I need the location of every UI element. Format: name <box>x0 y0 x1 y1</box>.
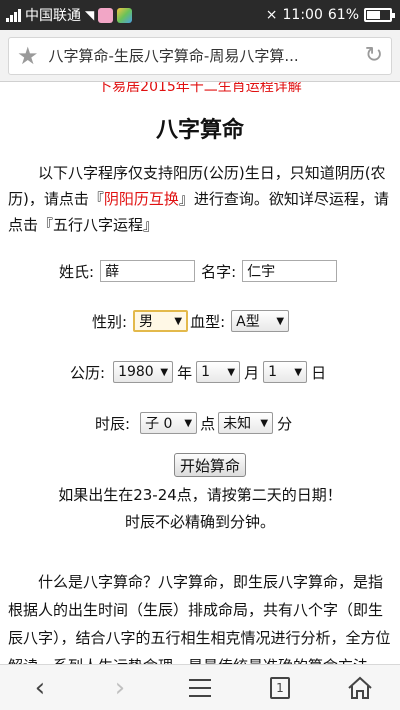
dropdown-arrow-icon: ▼ <box>160 366 169 378</box>
blood-type-select[interactable]: A型 ▼ <box>231 310 290 332</box>
signal-icon <box>6 8 21 22</box>
lunar-solar-convert-link[interactable]: 阴阳历互换 <box>104 190 179 208</box>
month-unit: 月 <box>244 363 260 382</box>
notification-app-icon-2 <box>117 7 133 23</box>
given-name-label: 名字: <box>201 262 237 281</box>
address-bar: ★ 八字算命-生辰八字算命-周易八字算... ↻ <box>0 30 400 82</box>
name-row: 姓氏: 名字: <box>0 260 400 282</box>
blood-type-label: 血型: <box>190 312 226 331</box>
dropdown-arrow-icon: ▼ <box>227 366 236 378</box>
page-title: 八字算命 <box>155 118 244 143</box>
dropdown-arrow-icon: ▼ <box>276 315 285 327</box>
surname-label: 姓氏: <box>59 262 95 281</box>
tab-count: 1 <box>270 676 290 699</box>
given-name-input[interactable] <box>242 260 338 282</box>
tabs-button[interactable]: 1 <box>255 668 305 708</box>
intro-text: 以下八字程序仅支持阳历(公历)生日，只知道阴历(农历)，请点击『阴阳历互换』进行… <box>8 164 389 234</box>
home-button[interactable] <box>335 668 385 708</box>
battery-icon <box>364 8 395 22</box>
status-bar: 中国联通 ◥ ⨯ 11:00 61% <box>0 0 400 30</box>
dropdown-arrow-icon: ▼ <box>260 417 269 429</box>
dropdown-arrow-icon: ▼ <box>294 366 303 378</box>
browser-toolbar: ‹ › 1 <box>0 664 400 710</box>
day-select[interactable]: 1 ▼ <box>263 361 308 383</box>
bookmark-star-icon[interactable]: ★ <box>17 44 39 68</box>
bazi-description: 什么是八字算命？八字算命，即生辰八字算命，是指根据人的出生时间（生辰）排成命局，… <box>8 573 391 664</box>
home-icon <box>348 676 372 699</box>
minute-unit: 分 <box>277 414 293 433</box>
page-title-in-address[interactable]: 八字算命-生辰八字算命-周易八字算... <box>49 45 357 66</box>
hour-label: 时辰: <box>95 414 131 433</box>
wifi-icon: ◥ <box>85 8 95 22</box>
dropdown-arrow-icon: ▼ <box>184 417 193 429</box>
birth-date-row: 公历: 1980 ▼ 年 1 ▼ 月 1 ▼ 日 <box>0 361 400 383</box>
precision-note: 时辰不必精确到分钟。 <box>124 513 275 531</box>
forward-button[interactable]: › <box>95 668 145 708</box>
hamburger-icon <box>189 678 211 697</box>
notification-app-icon-1 <box>98 7 114 23</box>
gender-blood-row: 性别: 男 ▼ 血型: A型 ▼ <box>0 310 400 332</box>
birth-time-row: 时辰: 子 0 ▼ 点 未知 ▼ 分 <box>0 412 400 434</box>
surname-input[interactable] <box>100 260 196 282</box>
month-select[interactable]: 1 ▼ <box>196 361 241 383</box>
start-fortune-button[interactable]: 开始算命 <box>174 453 247 477</box>
carrier-name: 中国联通 <box>25 8 81 24</box>
gender-label: 性别: <box>92 312 128 331</box>
gender-select[interactable]: 男 ▼ <box>133 310 189 332</box>
battery-percent: 61% <box>327 7 359 23</box>
day-unit: 日 <box>311 363 327 382</box>
back-button[interactable]: ‹ <box>15 668 65 708</box>
chevron-right-icon: › <box>114 672 126 703</box>
refresh-icon[interactable]: ↻ <box>365 43 383 68</box>
chevron-left-icon: ‹ <box>34 672 46 703</box>
page-content: 卜易居2015年十二生肖运程详解 八字算命 以下八字程序仅支持阳历(公历)生日，… <box>0 82 400 664</box>
hour-unit: 点 <box>200 414 216 433</box>
year-select[interactable]: 1980 ▼ <box>113 361 174 383</box>
minute-select[interactable]: 未知 ▼ <box>218 412 274 434</box>
mute-icon: ⨯ <box>265 7 278 23</box>
solar-calendar-label: 公历: <box>70 363 106 382</box>
hour-select[interactable]: 子 0 ▼ <box>140 412 198 434</box>
promo-banner-link[interactable]: 卜易居2015年十二生肖运程详解 <box>0 82 400 96</box>
dropdown-arrow-icon: ▼ <box>174 315 183 327</box>
year-unit: 年 <box>177 363 193 382</box>
url-box[interactable]: ★ 八字算命-生辰八字算命-周易八字算... ↻ <box>8 36 392 75</box>
late-birth-note: 如果出生在23-24点，请按第二天的日期！ <box>58 486 342 504</box>
menu-button[interactable] <box>175 668 225 708</box>
clock: 11:00 <box>282 7 323 23</box>
